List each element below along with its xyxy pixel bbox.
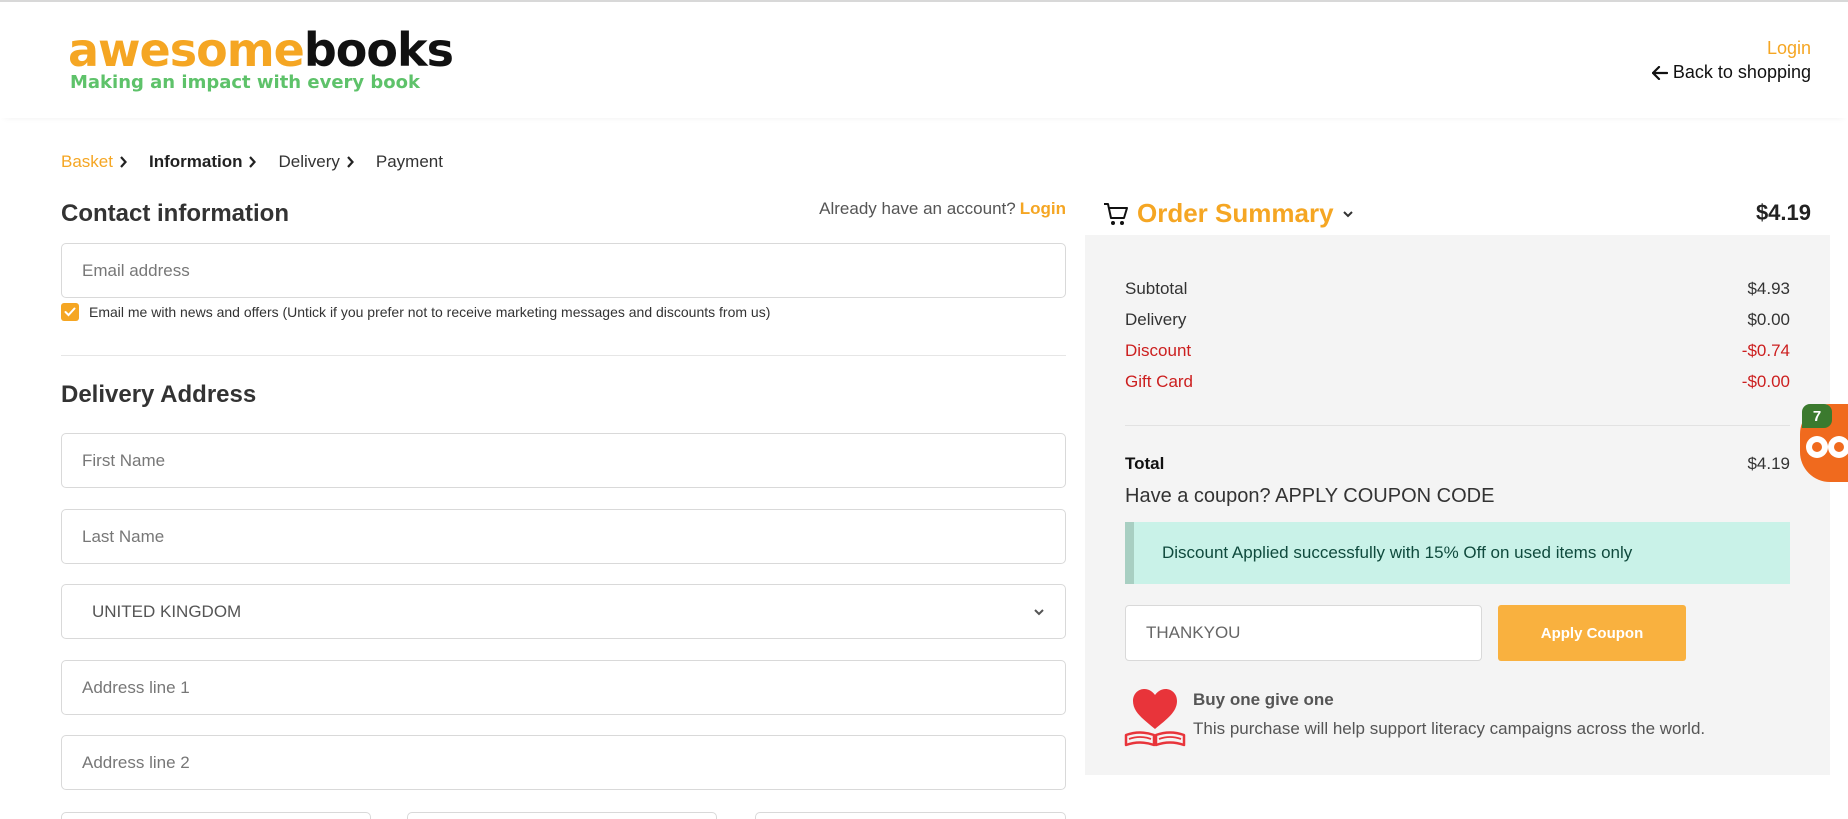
chevron-right-icon: [346, 156, 354, 168]
summary-divider: [1125, 425, 1790, 426]
summary-row-label: Gift Card: [1125, 372, 1194, 391]
last-name-field[interactable]: [61, 509, 1066, 564]
bogo-title: Buy one give one: [1193, 690, 1334, 709]
coupon-success-alert: Discount Applied successfully with 15% O…: [1125, 522, 1790, 584]
address-line-2-field[interactable]: [61, 735, 1066, 790]
newsletter-label: Email me with news and offers (Untick if…: [89, 304, 771, 320]
first-name-field[interactable]: [61, 433, 1066, 488]
country-select[interactable]: UNITED KINGDOM: [61, 584, 1066, 639]
postcode-field[interactable]: [755, 812, 1066, 819]
order-summary-header-total: $4.19: [1755, 200, 1811, 225]
newsletter-checkbox[interactable]: [61, 303, 79, 321]
account-prompt: Already have an account? Login: [819, 199, 1066, 219]
chevron-right-icon: [119, 156, 127, 168]
summary-total-label: Total: [1125, 454, 1165, 473]
summary-row-value: $0.00: [1747, 310, 1790, 329]
summary-row-subtotal: Subtotal $4.93: [1125, 279, 1790, 299]
section-divider: [61, 355, 1066, 356]
checkout-breadcrumb: Basket Information Delivery Payment: [61, 152, 443, 172]
summary-row-delivery: Delivery $0.00: [1125, 310, 1790, 330]
apply-coupon-button[interactable]: Apply Coupon: [1498, 605, 1686, 661]
widget-eyes-icon: [1806, 436, 1848, 458]
summary-row-total: Total $4.19: [1125, 454, 1790, 474]
coupon-prompt[interactable]: Have a coupon? APPLY COUPON CODE: [1125, 485, 1494, 508]
summary-total-value: $4.19: [1747, 454, 1790, 473]
summary-row-label: Discount: [1125, 341, 1192, 360]
city-field[interactable]: [61, 812, 371, 819]
order-summary-title: Order Summary: [1137, 198, 1334, 228]
site-logo[interactable]: awesomebooks Making an impact with every…: [68, 23, 454, 94]
back-to-shopping-label: Back to shopping: [1672, 62, 1811, 82]
chevron-down-icon: [1034, 608, 1044, 615]
header-login-link[interactable]: Login: [1767, 38, 1811, 59]
summary-row-value: -$0.74: [1741, 341, 1790, 360]
delivery-address-heading: Delivery Address: [61, 381, 257, 408]
summary-row-label: Delivery: [1125, 310, 1187, 329]
coupon-code-input[interactable]: THANKYOU: [1125, 605, 1482, 661]
order-summary-panel: Subtotal $4.93 Delivery $0.00 Discount -…: [1085, 235, 1830, 775]
summary-row-label: Subtotal: [1125, 279, 1188, 298]
account-login-link[interactable]: Login: [1020, 199, 1066, 218]
bogo-description: This purchase will help support literacy…: [1193, 719, 1706, 738]
shopping-cart-icon: [1104, 202, 1128, 225]
order-summary-toggle[interactable]: Order Summary: [1103, 198, 1354, 229]
newsletter-option: Email me with news and offers (Untick if…: [61, 303, 770, 321]
logo-wordmark: awesomebooks: [68, 23, 454, 77]
back-to-shopping-link[interactable]: Back to shopping: [1651, 62, 1811, 83]
county-field[interactable]: [407, 812, 717, 819]
chevron-right-icon: [248, 156, 257, 168]
site-header: awesomebooks Making an impact with every…: [0, 2, 1848, 118]
summary-row-value: $4.93: [1747, 279, 1790, 298]
email-field[interactable]: [61, 243, 1066, 298]
summary-row-discount: Discount -$0.74: [1125, 341, 1790, 361]
summary-row-value: -$0.00: [1741, 372, 1790, 391]
contact-information-heading: Contact information: [61, 200, 289, 227]
summary-row-gift-card: Gift Card -$0.00: [1125, 372, 1790, 392]
breadcrumb-information[interactable]: Information: [149, 152, 243, 172]
breadcrumb-basket[interactable]: Basket: [61, 152, 113, 172]
breadcrumb-delivery[interactable]: Delivery: [278, 152, 339, 172]
checkmark-icon: [64, 307, 76, 317]
address-line-1-field[interactable]: [61, 660, 1066, 715]
chevron-down-icon: [1342, 210, 1353, 217]
floating-widget-count: 7: [1802, 404, 1832, 428]
logo-tagline: Making an impact with every book: [70, 72, 420, 93]
account-prompt-text: Already have an account?: [819, 199, 1016, 218]
country-selected-value: UNITED KINGDOM: [92, 601, 242, 621]
breadcrumb-payment[interactable]: Payment: [376, 152, 443, 172]
heart-book-icon: [1124, 689, 1186, 747]
arrow-left-icon: [1651, 65, 1668, 80]
